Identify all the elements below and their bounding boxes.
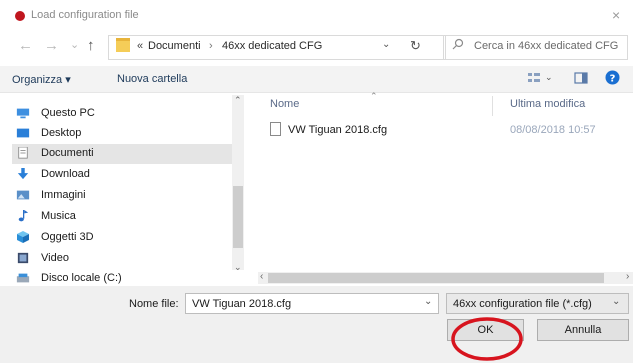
help-icon[interactable]: ? xyxy=(605,70,620,85)
recent-chevron-down-icon[interactable]: ⌄ xyxy=(70,38,79,51)
objects-3d-icon xyxy=(17,231,29,243)
filetype-chevron-down-icon[interactable]: ⌄ xyxy=(612,296,620,307)
filename-chevron-down-icon[interactable]: ⌄ xyxy=(424,296,432,307)
preview-pane-icon[interactable] xyxy=(574,71,588,85)
cancel-button[interactable]: Annulla xyxy=(537,319,629,341)
breadcrumb-current-folder[interactable]: 46xx dedicated CFG xyxy=(222,40,322,52)
scroll-down-icon[interactable]: ⌄ xyxy=(234,262,242,273)
sidebar-item-label: Download xyxy=(41,168,90,180)
sidebar-item-label: Documenti xyxy=(41,147,94,159)
download-icon xyxy=(17,168,29,180)
pc-icon xyxy=(16,108,30,119)
forward-arrow-icon[interactable]: → xyxy=(44,37,59,54)
sidebar-item-immagini[interactable]: Immagini xyxy=(12,186,232,206)
sort-ascending-icon: ⌃ xyxy=(370,91,378,101)
column-header-name[interactable]: Nome xyxy=(270,98,299,110)
sidebar-item-label: Video xyxy=(41,252,69,264)
sidebar-item-disco-locale[interactable]: Disco locale (C:) xyxy=(12,269,232,285)
file-list-scroll-thumb[interactable] xyxy=(268,273,604,283)
search-input[interactable]: Cerca in 46xx dedicated CFG xyxy=(474,40,618,52)
sidebar-scroll-thumb[interactable] xyxy=(233,186,243,248)
filetype-value[interactable]: 46xx configuration file (*.cfg) xyxy=(453,298,592,310)
filename-label: Nome file: xyxy=(129,298,179,310)
view-chevron-down-icon[interactable]: ⌄ xyxy=(545,72,553,83)
sidebar-item-label: Desktop xyxy=(41,127,82,139)
sidebar-item-label: Immagini xyxy=(41,189,86,201)
file-icon xyxy=(270,122,281,136)
sidebar-item-documenti[interactable]: Documenti xyxy=(12,144,232,164)
sidebar-item-label: Musica xyxy=(41,210,76,222)
sidebar-item-desktop[interactable]: Desktop xyxy=(12,124,232,144)
view-options-icon[interactable] xyxy=(527,71,541,85)
sidebar-item-video[interactable]: Video xyxy=(12,249,232,269)
back-arrow-icon[interactable]: ← xyxy=(18,37,33,54)
sidebar-item-questo-pc[interactable]: Questo PC xyxy=(12,104,232,124)
search-icon xyxy=(452,38,464,50)
window-title: Load configuration file xyxy=(31,9,139,21)
address-dropdown-icon[interactable]: ⌄ xyxy=(382,39,390,50)
up-arrow-icon[interactable]: ↑ xyxy=(87,37,95,54)
music-icon xyxy=(18,210,29,222)
video-icon xyxy=(17,252,29,264)
file-modified-date: 08/08/2018 10:57 xyxy=(510,124,596,136)
scroll-up-icon[interactable]: ⌃ xyxy=(234,95,242,106)
sidebar-item-label: Oggetti 3D xyxy=(41,231,94,243)
svg-text:?: ? xyxy=(610,74,616,85)
new-folder-button[interactable]: Nuova cartella xyxy=(117,73,187,85)
sidebar-item-oggetti-3d[interactable]: Oggetti 3D xyxy=(12,228,232,248)
filename-value[interactable]: VW Tiguan 2018.cfg xyxy=(192,298,291,310)
sidebar-item-label: Disco locale (C:) xyxy=(41,272,122,284)
breadcrumb-documenti[interactable]: Documenti xyxy=(148,40,201,52)
breadcrumb-separator: › xyxy=(209,40,213,52)
sidebar-item-musica[interactable]: Musica xyxy=(12,207,232,227)
scroll-left-icon[interactable]: ‹ xyxy=(260,271,263,282)
refresh-icon[interactable]: ↻ xyxy=(410,38,421,54)
folder-icon xyxy=(116,38,130,52)
organize-button[interactable]: Organizza ▾ xyxy=(12,73,71,86)
breadcrumb-prefix[interactable]: « xyxy=(137,40,143,52)
desktop-icon xyxy=(16,128,30,138)
column-header-modified[interactable]: Ultima modifica xyxy=(510,98,585,110)
documents-icon xyxy=(18,147,28,159)
sidebar-item-download[interactable]: Download xyxy=(12,165,232,185)
disk-icon xyxy=(16,273,30,283)
highlight-circle-annotation xyxy=(451,317,523,361)
close-icon[interactable]: × xyxy=(612,7,620,23)
sidebar-item-label: Questo PC xyxy=(41,107,95,119)
images-icon xyxy=(16,190,30,200)
app-icon xyxy=(15,11,25,21)
file-name[interactable]: VW Tiguan 2018.cfg xyxy=(288,124,387,136)
column-divider[interactable] xyxy=(492,96,493,116)
scroll-right-icon[interactable]: › xyxy=(626,271,629,282)
